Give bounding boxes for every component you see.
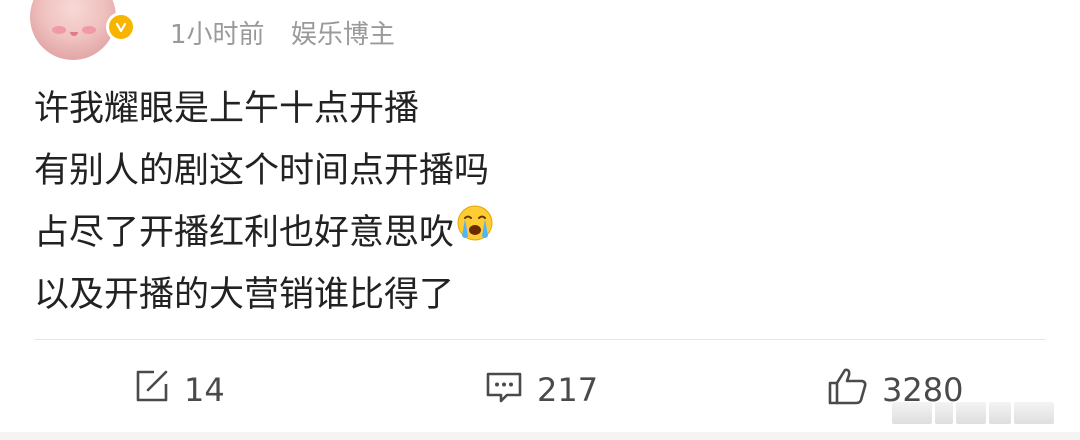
post-line-text: 占尽了开播红利也好意思吹	[34, 213, 455, 253]
comment-count: 217	[537, 371, 599, 409]
post-line: 占尽了开播红利也好意思吹	[34, 202, 1044, 264]
watermark	[892, 402, 1062, 424]
post-meta: 1小时前 娱乐博主	[170, 14, 395, 51]
thumbs-up-icon	[826, 365, 870, 415]
comment-icon	[483, 366, 525, 414]
repost-count: 14	[184, 371, 225, 409]
post-line: 有别人的剧这个时间点开播吗	[34, 151, 490, 191]
comment-button[interactable]: 217	[483, 360, 598, 420]
post-header: 1小时前 娱乐博主	[0, 0, 1080, 62]
repost-icon	[132, 366, 172, 414]
repost-button[interactable]: 14	[132, 360, 225, 420]
crying-face-emoji-icon	[456, 200, 494, 262]
avatar-blush-left	[52, 26, 66, 34]
post-time: 1小时前	[170, 20, 265, 50]
post-content: 许我耀眼是上午十点开播 有别人的剧这个时间点开播吗 占尽了开播红利也好意思吹 以…	[34, 78, 1044, 326]
divider	[34, 339, 1046, 340]
avatar-blush-right	[82, 26, 96, 34]
bottom-strip	[0, 432, 1080, 440]
post-line: 许我耀眼是上午十点开播	[34, 89, 420, 129]
avatar-mouth	[70, 32, 78, 36]
verified-badge-icon	[106, 12, 136, 42]
author-role: 娱乐博主	[290, 20, 395, 50]
avatar[interactable]	[30, 0, 116, 60]
post-line: 以及开播的大营销谁比得了	[34, 275, 455, 315]
